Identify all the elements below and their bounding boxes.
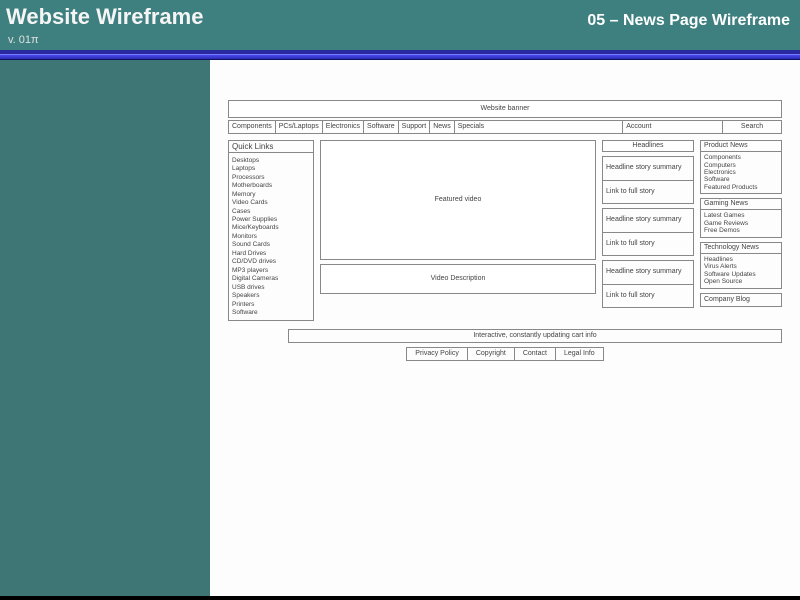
gaming-news-title: Gaming News xyxy=(700,198,782,209)
gn-latest[interactable]: Latest Games xyxy=(704,212,778,219)
story-3-summary: Headline story summary xyxy=(602,260,694,284)
website-banner-label: Website banner xyxy=(481,105,530,113)
ql-software[interactable]: Software xyxy=(232,309,310,317)
nav-row: Components PCs/Laptops Electronics Softw… xyxy=(228,120,782,134)
company-blog[interactable]: Company Blog xyxy=(700,293,782,307)
tn-open-source[interactable]: Open Source xyxy=(704,278,778,285)
video-description-label: Video Description xyxy=(431,275,486,283)
footer-privacy[interactable]: Privacy Policy xyxy=(406,347,467,361)
product-news-body: Components Computers Electronics Softwar… xyxy=(700,151,782,194)
ql-usb[interactable]: USB drives xyxy=(232,283,310,291)
ql-video-cards[interactable]: Video Cards xyxy=(232,199,310,207)
product-news-title: Product News xyxy=(700,140,782,151)
story-2: Headline story summary Link to full stor… xyxy=(602,208,694,256)
footer-copyright[interactable]: Copyright xyxy=(467,347,514,361)
ql-cd-dvd[interactable]: CD/DVD drives xyxy=(232,258,310,266)
col-quick-links: Quick Links Desktops Laptops Processors … xyxy=(228,140,314,321)
footer-legal[interactable]: Legal Info xyxy=(555,347,604,361)
slide-header: Website Wireframe 05 – News Page Wirefra… xyxy=(0,0,800,54)
ql-mp3[interactable]: MP3 players xyxy=(232,266,310,274)
tn-headlines[interactable]: Headlines xyxy=(704,256,778,263)
section-product-news: Product News Components Computers Electr… xyxy=(700,140,782,194)
website-banner: Website banner xyxy=(228,100,782,118)
side-panel xyxy=(0,60,210,596)
tech-news-title: Technology News xyxy=(700,242,782,253)
featured-video: Featured video xyxy=(320,140,596,260)
story-3-link[interactable]: Link to full story xyxy=(602,284,694,308)
story-1-summary: Headline story summary xyxy=(602,156,694,180)
tn-updates[interactable]: Software Updates xyxy=(704,271,778,278)
pn-components[interactable]: Components xyxy=(704,154,778,161)
gn-reviews[interactable]: Game Reviews xyxy=(704,220,778,227)
story-2-summary: Headline story summary xyxy=(602,208,694,232)
story-1-link[interactable]: Link to full story xyxy=(602,180,694,204)
nav-support[interactable]: Support xyxy=(398,120,430,134)
nav-pcs-laptops[interactable]: PCs/Laptops xyxy=(275,120,322,134)
headlines-label: Headlines xyxy=(632,142,663,150)
nav-news[interactable]: News xyxy=(429,120,454,134)
ql-power-supplies[interactable]: Power Supplies xyxy=(232,215,310,223)
section-tech-news: Technology News Headlines Virus Alerts S… xyxy=(700,242,782,289)
cart-info-bar: Interactive, constantly updating cart in… xyxy=(288,329,782,343)
columns: Quick Links Desktops Laptops Processors … xyxy=(228,140,782,321)
pn-computers[interactable]: Computers xyxy=(704,162,778,169)
nav-search[interactable]: Search xyxy=(722,120,782,134)
ql-laptops[interactable]: Laptops xyxy=(232,165,310,173)
ql-printers[interactable]: Printers xyxy=(232,300,310,308)
ql-mice-keyboards[interactable]: Mice/Keyboards xyxy=(232,224,310,232)
gn-demos[interactable]: Free Demos xyxy=(704,227,778,234)
ql-cameras[interactable]: Digital Cameras xyxy=(232,275,310,283)
slide-body: Website banner Components PCs/Laptops El… xyxy=(0,60,800,596)
quick-links-title: Quick Links xyxy=(228,140,314,152)
cart-info-label: Interactive, constantly updating cart in… xyxy=(473,332,596,340)
headlines-header: Headlines xyxy=(602,140,694,152)
col-headlines: Headlines Headline story summary Link to… xyxy=(602,140,694,321)
quick-links-body: Desktops Laptops Processors Motherboards… xyxy=(228,152,314,321)
nav-spacer xyxy=(487,120,622,134)
ql-speakers[interactable]: Speakers xyxy=(232,292,310,300)
ql-cases[interactable]: Cases xyxy=(232,207,310,215)
slide-page-label: 05 – News Page Wireframe xyxy=(587,12,790,30)
ql-sound-cards[interactable]: Sound Cards xyxy=(232,241,310,249)
video-description: Video Description xyxy=(320,264,596,294)
featured-video-label: Featured video xyxy=(435,196,482,204)
col-middle: Featured video Video Description xyxy=(320,140,596,321)
nav-electronics[interactable]: Electronics xyxy=(322,120,363,134)
ql-hard-drives[interactable]: Hard Drives xyxy=(232,249,310,257)
col-sections: Product News Components Computers Electr… xyxy=(700,140,782,321)
wireframe-canvas: Website banner Components PCs/Laptops El… xyxy=(210,60,800,596)
story-1: Headline story summary Link to full stor… xyxy=(602,156,694,204)
story-3: Headline story summary Link to full stor… xyxy=(602,260,694,308)
slide: Website Wireframe 05 – News Page Wirefra… xyxy=(0,0,800,600)
nav-account[interactable]: Account xyxy=(622,120,654,134)
ql-memory[interactable]: Memory xyxy=(232,190,310,198)
ql-desktops[interactable]: Desktops xyxy=(232,156,310,164)
pn-featured[interactable]: Featured Products xyxy=(704,184,778,191)
ql-processors[interactable]: Processors xyxy=(232,173,310,181)
nav-components[interactable]: Components xyxy=(228,120,275,134)
slide-version: v. 01π xyxy=(0,32,800,50)
ql-monitors[interactable]: Monitors xyxy=(232,232,310,240)
story-2-link[interactable]: Link to full story xyxy=(602,232,694,256)
nav-specials[interactable]: Specials xyxy=(454,120,487,134)
ql-motherboards[interactable]: Motherboards xyxy=(232,182,310,190)
footer-row: Privacy Policy Copyright Contact Legal I… xyxy=(228,347,782,361)
tn-virus[interactable]: Virus Alerts xyxy=(704,263,778,270)
pn-software[interactable]: Software xyxy=(704,176,778,183)
section-gaming-news: Gaming News Latest Games Game Reviews Fr… xyxy=(700,198,782,237)
gaming-news-body: Latest Games Game Reviews Free Demos xyxy=(700,209,782,237)
nav-software[interactable]: Software xyxy=(363,120,398,134)
footer-contact[interactable]: Contact xyxy=(514,347,555,361)
slide-title: Website Wireframe xyxy=(6,4,203,30)
nav-spacer-2 xyxy=(654,120,722,134)
tech-news-body: Headlines Virus Alerts Software Updates … xyxy=(700,253,782,289)
pn-electronics[interactable]: Electronics xyxy=(704,169,778,176)
